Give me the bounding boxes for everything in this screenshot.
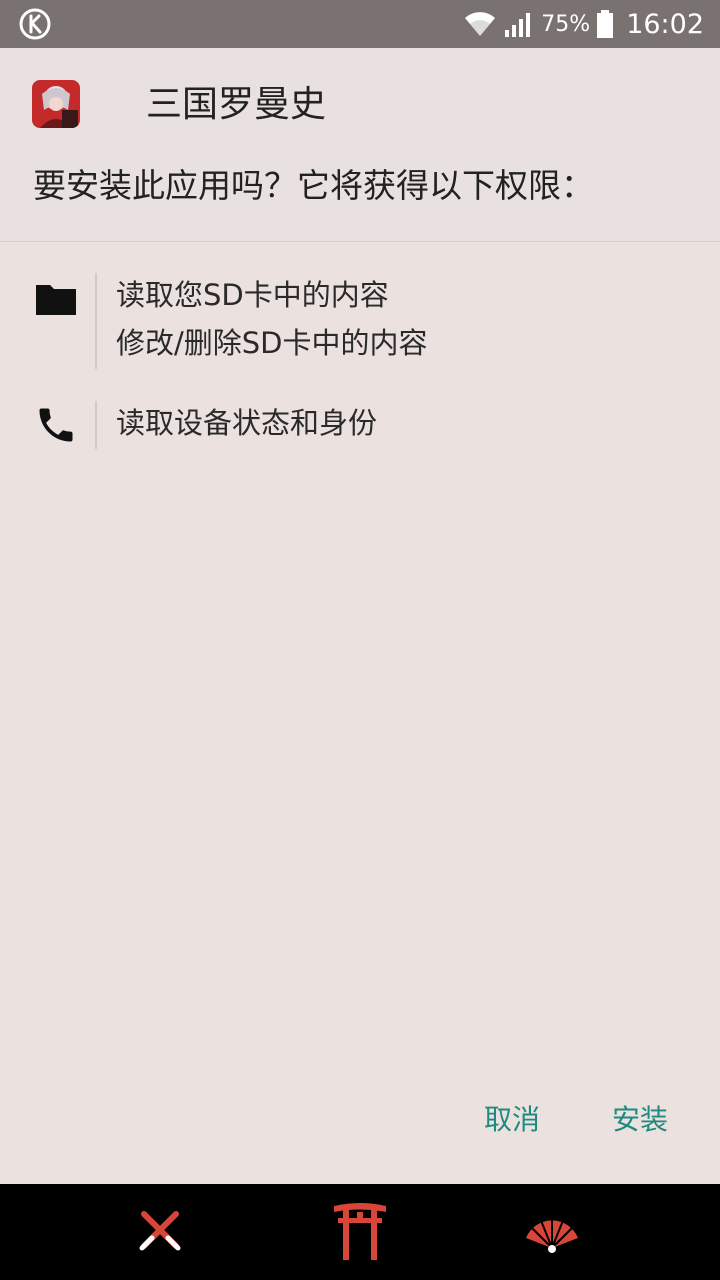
install-question: 要安装此应用吗？它将获得以下权限：: [33, 166, 594, 205]
status-bar: 75% 16:02: [0, 0, 720, 48]
permission-divider: [95, 401, 97, 449]
wifi-icon: [465, 12, 496, 36]
cell-signal-icon: [505, 13, 531, 37]
permission-text: 读取设备状态和身份: [116, 406, 378, 440]
permission-group-storage: 读取您SD卡中的内容 修改/删除SD卡中的内容: [0, 272, 720, 370]
install-header: 三国罗曼史 要安装此应用吗？它将获得以下权限：: [0, 48, 720, 242]
clock: 16:02: [626, 8, 704, 40]
k-circle-icon: [19, 8, 51, 40]
permission-divider: [95, 273, 97, 369]
install-screen: 75% 16:02 三国罗曼史 要安装此应用吗？它将获得以下权限： 读取您SD卡…: [0, 0, 720, 1280]
crossed-swords-icon[interactable]: [130, 1196, 190, 1262]
battery-percent: 75%: [541, 11, 591, 37]
permission-group-phone: 读取设备状态和身份: [0, 400, 720, 450]
permission-text: 读取您SD卡中的内容: [116, 278, 389, 312]
permission-text: 修改/删除SD卡中的内容: [116, 326, 428, 360]
folding-fan-icon[interactable]: [522, 1196, 582, 1262]
torii-gate-icon[interactable]: [330, 1196, 390, 1262]
phone-icon: [39, 408, 73, 442]
install-button[interactable]: 安装: [612, 1096, 668, 1144]
app-icon: [32, 80, 80, 128]
cancel-button[interactable]: 取消: [484, 1096, 540, 1144]
app-name: 三国罗曼史: [146, 84, 327, 125]
navigation-bar: [0, 1184, 720, 1280]
battery-icon: [597, 10, 614, 38]
status-right: 75% 16:02: [463, 0, 704, 48]
folder-icon: [36, 285, 76, 315]
